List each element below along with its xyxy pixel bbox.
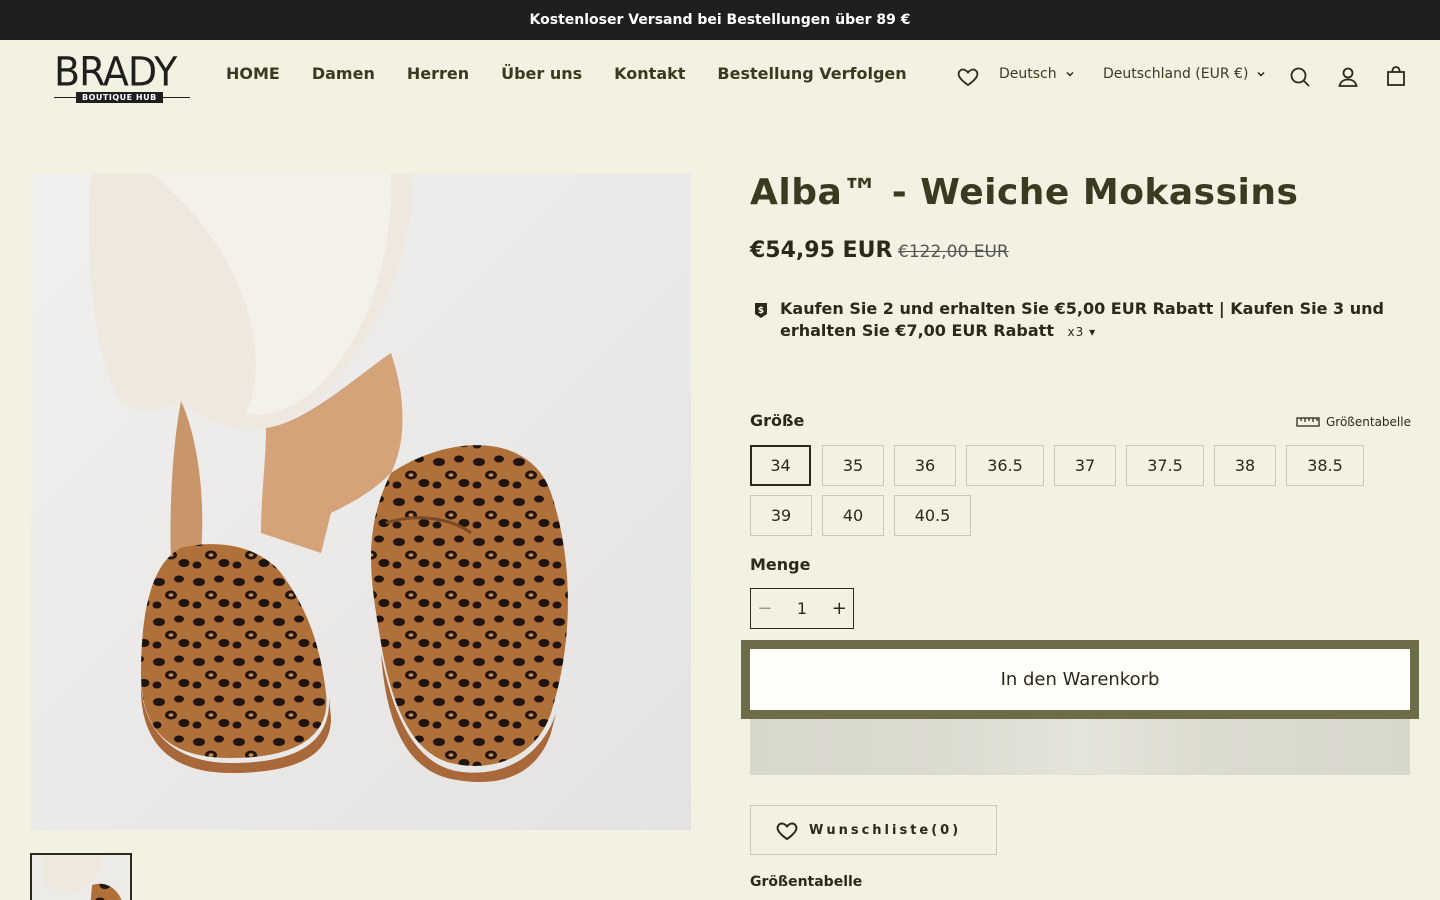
chevron-down-icon (1066, 71, 1074, 77)
header-actions: Deutsch Deutschland (EUR €) (0, 60, 1440, 90)
heart-icon (776, 822, 798, 841)
quantity-stepper: − 1 + (750, 588, 854, 629)
logo-sub: BOUTIQUE HUB (76, 92, 163, 103)
country-label: Deutschland (EUR €) (1103, 66, 1249, 82)
quantity-increase-button[interactable]: + (826, 598, 853, 619)
quantity-decrease-button[interactable]: − (751, 598, 778, 619)
size-option-39[interactable]: 39 (750, 495, 812, 536)
chevron-down-icon (1257, 71, 1265, 77)
bundle-discount-text: Kaufen Sie 2 und erhalten Sie €5,00 EUR … (780, 298, 1420, 343)
size-option-38[interactable]: 38 (1214, 445, 1276, 486)
product-title: Alba™ - Weiche Mokassins (750, 172, 1299, 213)
announcement-text: Kostenloser Versand bei Bestellungen übe… (529, 12, 911, 28)
heart-icon[interactable] (956, 65, 980, 89)
product-photo (31, 173, 691, 830)
svg-text:$: $ (758, 306, 764, 316)
wishlist-label: Wunschliste(0) (809, 822, 962, 838)
size-option-40[interactable]: 40 (822, 495, 884, 536)
promo-qty-label: x3 (1067, 325, 1085, 339)
size-option-36[interactable]: 36 (894, 445, 956, 486)
cart-icon[interactable] (1384, 64, 1408, 88)
discount-tag-icon: $ (755, 303, 767, 318)
announcement-bar: Kostenloser Versand bei Bestellungen übe… (0, 0, 1440, 40)
search-icon[interactable] (1288, 65, 1312, 89)
size-chart-link[interactable]: Größentabelle (1296, 415, 1411, 429)
size-label: Größe (750, 411, 805, 430)
product-price: €54,95 EUR (750, 238, 893, 263)
size-chart-label: Größentabelle (1326, 415, 1411, 429)
size-option-38-5[interactable]: 38.5 (1286, 445, 1364, 486)
size-option-37[interactable]: 37 (1054, 445, 1116, 486)
promo-quantity-toggle[interactable]: x3 ▾ (1068, 325, 1097, 339)
language-selector[interactable]: Deutsch (999, 66, 1075, 82)
quantity-input[interactable]: 1 (778, 599, 825, 618)
add-to-cart-button[interactable]: In den Warenkorb (750, 649, 1410, 710)
compare-at-price: €122,00 EUR (898, 242, 1009, 262)
language-label: Deutsch (999, 66, 1057, 82)
ruler-icon (1296, 417, 1320, 427)
account-icon[interactable] (1336, 65, 1360, 89)
product-thumbnail[interactable] (30, 853, 132, 900)
quantity-label: Menge (750, 555, 811, 574)
site-header: BRADY BOUTIQUE HUB HOME Damen Herren Übe… (0, 40, 1440, 116)
size-option-34[interactable]: 34 (750, 445, 811, 486)
dynamic-checkout-placeholder (750, 719, 1410, 775)
thumbnail-photo (32, 855, 130, 900)
size-option-36-5[interactable]: 36.5 (966, 445, 1044, 486)
size-option-37-5[interactable]: 37.5 (1126, 445, 1204, 486)
size-option-35[interactable]: 35 (822, 445, 884, 486)
size-table-heading: Größentabelle (750, 874, 863, 890)
add-to-cart-focus-ring: In den Warenkorb (741, 640, 1419, 719)
product-main-image[interactable] (31, 173, 691, 830)
country-selector[interactable]: Deutschland (EUR €) (1103, 66, 1266, 82)
wishlist-button[interactable]: Wunschliste(0) (750, 805, 997, 855)
size-option-40-5[interactable]: 40.5 (894, 495, 971, 536)
